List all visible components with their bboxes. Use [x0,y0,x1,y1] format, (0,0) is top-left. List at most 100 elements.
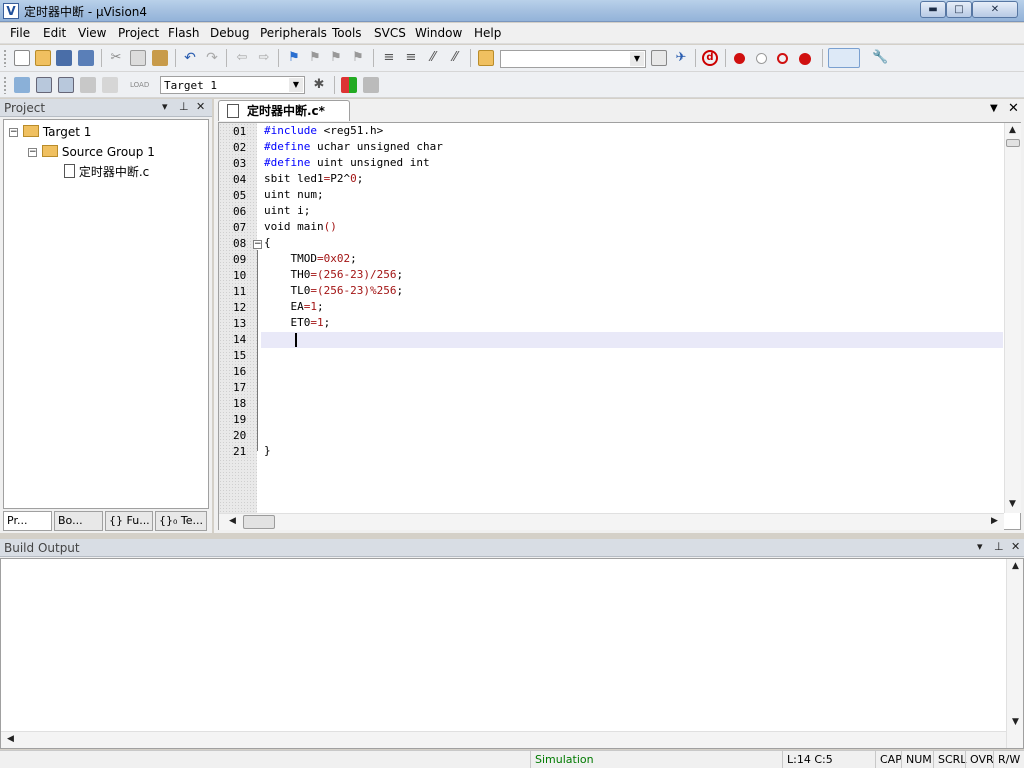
editor-close-icon[interactable]: ✕ [1008,101,1019,116]
unindent-icon[interactable]: ≡ [403,50,419,66]
open-file-icon[interactable] [35,50,51,66]
find-in-files-icon[interactable] [478,50,494,66]
collapse-icon[interactable]: − [28,148,37,157]
rebuild-icon[interactable] [58,77,74,93]
tab-books[interactable]: Bo... [54,511,103,531]
menu-flash[interactable]: Flash [168,26,199,40]
copy-icon[interactable] [130,50,146,66]
menu-edit[interactable]: Edit [43,26,66,40]
stop-build-icon[interactable] [102,77,118,93]
code-editor[interactable]: 01 02 03 04 05 06 07 08 09 10 11 12 13 1… [218,122,1021,530]
save-all-icon[interactable] [78,50,94,66]
new-file-icon[interactable] [14,50,30,66]
menu-peripherals[interactable]: Peripherals [260,26,327,40]
panel-dropdown-icon[interactable]: ▾ [977,540,983,553]
find-combo[interactable]: ▼ [500,50,646,68]
menu-view[interactable]: View [78,26,106,40]
horizontal-scrollbar[interactable]: ◀ [1,731,1006,748]
scroll-thumb[interactable] [1006,139,1020,147]
clear-bookmarks-icon[interactable]: ⚑ [350,50,366,66]
menu-window[interactable]: Window [415,26,462,40]
panel-pin-icon[interactable]: ⊥ [994,540,1004,553]
tree-item-target[interactable]: Target 1 [23,123,91,141]
download-icon[interactable]: LOAD [130,77,149,93]
folder-icon [42,145,58,157]
target-select[interactable]: Target 1 ▼ [160,76,305,94]
menu-debug[interactable]: Debug [210,26,249,40]
code-text-area[interactable] [257,123,1002,513]
tab-functions[interactable]: {} Fu... [105,511,153,531]
toolbar-separator [725,49,726,67]
prev-bookmark-icon[interactable]: ⚑ [307,50,323,66]
tab-project[interactable]: Pr... [3,511,52,531]
scroll-up-icon[interactable]: ▲ [1008,559,1023,574]
cut-icon[interactable]: ✂ [108,50,124,66]
manage-books-icon[interactable] [363,77,379,93]
manage-components-icon[interactable] [341,77,357,93]
tree-item-source-file[interactable]: 定时器中断.c [64,163,149,181]
window-layout-icon[interactable] [828,48,860,68]
editor-tabs-dropdown-icon[interactable]: ▼ [990,103,998,114]
tree-item-source-group[interactable]: Source Group 1 [42,143,155,161]
code-line: EA=1; [264,300,324,313]
configure-icon[interactable]: 🔧 [872,50,888,66]
chevron-down-icon[interactable]: ▼ [630,52,644,66]
menu-tools[interactable]: Tools [332,26,362,40]
translate-icon[interactable] [14,77,30,93]
breakpoint-kill-all-icon[interactable] [799,53,811,65]
indent-icon[interactable]: ≡ [381,50,397,66]
scroll-left-icon[interactable]: ◀ [225,514,240,529]
undo-icon[interactable]: ↶ [182,50,198,66]
editor-tab[interactable]: 定时器中断.c* [218,100,350,121]
menu-file[interactable]: File [10,26,30,40]
batch-build-icon[interactable] [80,77,96,93]
paste-icon[interactable] [152,50,168,66]
code-line: void main() [264,220,337,233]
build-icon[interactable] [36,77,52,93]
save-icon[interactable] [56,50,72,66]
collapse-icon[interactable]: − [9,128,18,137]
menu-project[interactable]: Project [118,26,159,40]
build-output-text[interactable]: ▲ ▼ ◀ [0,558,1024,749]
scroll-up-icon[interactable]: ▲ [1005,123,1020,138]
scroll-down-icon[interactable]: ▼ [1008,715,1023,730]
breakpoint-disable-all-icon[interactable] [777,53,788,64]
scroll-left-icon[interactable]: ◀ [3,732,18,747]
status-bar: Simulation L:14 C:5 CAP NUM SCRL OVR R/W [0,750,1024,768]
comment-icon[interactable]: ⁄⁄ [425,50,441,66]
panel-pin-icon[interactable]: ⊥ [179,100,189,113]
toolbar-grip[interactable] [3,49,7,67]
bookmark-icon[interactable]: ⚑ [286,50,302,66]
incremental-find-icon[interactable]: ✈ [673,50,689,66]
navigate-back-icon[interactable]: ⇦ [234,50,250,66]
next-bookmark-icon[interactable]: ⚑ [328,50,344,66]
redo-icon[interactable]: ↷ [204,50,220,66]
find-icon[interactable] [651,50,667,66]
scroll-right-icon[interactable]: ▶ [987,514,1002,529]
uncomment-icon[interactable]: ⁄⁄ [447,50,463,66]
horizontal-scrollbar[interactable]: ◀ ▶ [219,513,1004,530]
tab-templates[interactable]: {}₀ Te... [155,511,207,531]
close-button[interactable]: ✕ [972,1,1018,18]
toolbar-grip[interactable] [3,76,7,94]
menu-help[interactable]: Help [474,26,501,40]
maximize-button[interactable]: □ [946,1,972,18]
menu-svcs[interactable]: SVCS [374,26,406,40]
fold-collapse-icon[interactable]: − [253,240,262,249]
breakpoint-insert-icon[interactable] [734,53,745,64]
scroll-down-icon[interactable]: ▼ [1005,497,1020,512]
scroll-thumb[interactable] [243,515,275,529]
build-output-panel: Build Output ▾ ⊥ ✕ ▲ ▼ ◀ [0,539,1024,749]
vertical-scrollbar[interactable]: ▲ ▼ [1006,559,1023,748]
chevron-down-icon[interactable]: ▼ [289,78,303,92]
navigate-forward-icon[interactable]: ⇨ [256,50,272,66]
minimize-button[interactable]: ▬ [920,1,946,18]
panel-close-icon[interactable]: ✕ [1011,540,1020,553]
start-debug-icon[interactable]: d [702,50,718,66]
vertical-scrollbar[interactable]: ▲ ▼ [1004,123,1021,513]
panel-dropdown-icon[interactable]: ▾ [162,100,168,113]
target-options-icon[interactable]: ✱ [311,77,327,93]
uvision-app-icon[interactable]: V [3,3,19,19]
breakpoint-disable-icon[interactable] [756,53,767,64]
panel-close-icon[interactable]: ✕ [196,100,205,113]
